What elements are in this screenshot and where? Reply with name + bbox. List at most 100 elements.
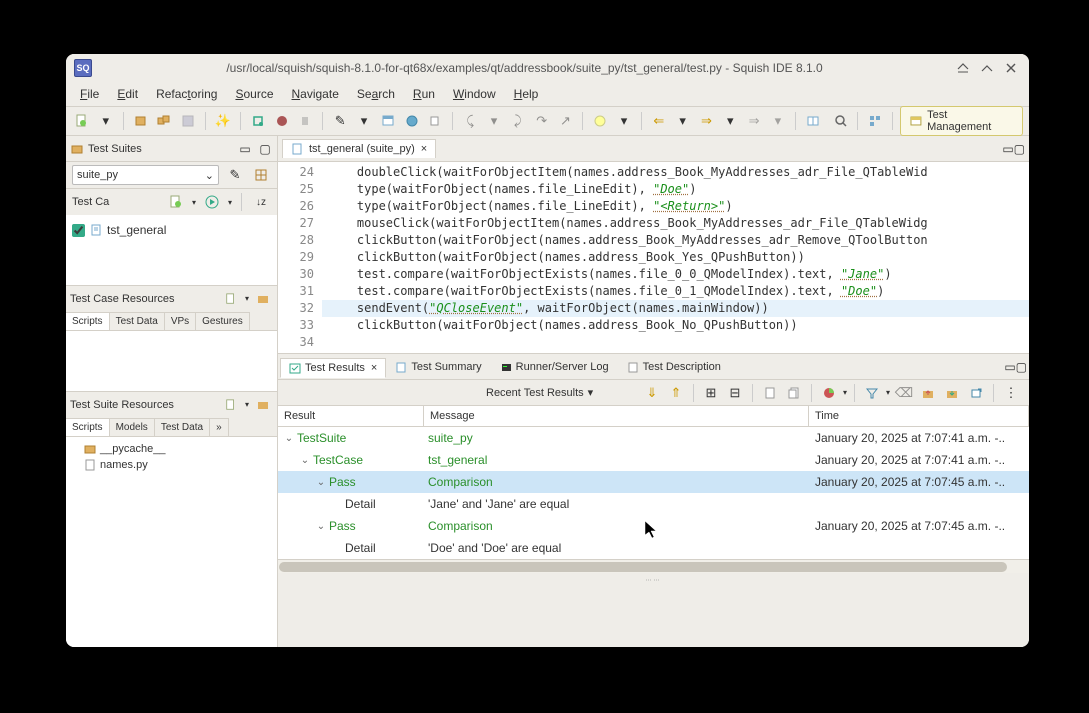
record-icon[interactable] xyxy=(272,111,292,131)
test-management-button[interactable]: Test Management xyxy=(900,106,1022,136)
column-message[interactable]: Message xyxy=(424,406,809,426)
restore-icon[interactable]: ▢ xyxy=(1014,142,1025,156)
menu-source[interactable]: Source xyxy=(227,85,281,103)
menu-navigate[interactable]: Navigate xyxy=(284,85,347,103)
clear-icon[interactable]: ⌫ xyxy=(894,383,914,403)
table-row[interactable]: Detail'Jane' and 'Jane' are equal xyxy=(278,493,1029,515)
step-icon-1[interactable]: ⤹ xyxy=(460,111,480,131)
pie-icon[interactable] xyxy=(819,383,839,403)
recent-results-dropdown[interactable]: Recent Test Results ▾ xyxy=(486,386,593,399)
tab-models[interactable]: Models xyxy=(109,418,155,436)
new-test-icon[interactable] xyxy=(166,192,186,212)
restore-icon[interactable]: ▢ xyxy=(1016,360,1027,374)
fwd2-arrow-icon[interactable]: ⇒ xyxy=(744,111,764,131)
table-row[interactable]: ⌄PassComparisonJanuary 20, 2025 at 7:07:… xyxy=(278,515,1029,537)
edit-suite-icon[interactable]: ✎ xyxy=(225,165,245,185)
fwd-dropdown[interactable]: ▾ xyxy=(720,111,740,131)
folder-icon[interactable] xyxy=(253,289,273,309)
up-arrow-icon[interactable]: ⇑ xyxy=(666,383,686,403)
menu-dots-icon[interactable]: ⋮ xyxy=(1001,383,1021,403)
tab-test-description[interactable]: Test Description xyxy=(618,357,730,377)
horizontal-scrollbar[interactable] xyxy=(278,559,1029,573)
close-button[interactable] xyxy=(1001,58,1021,78)
play-icon[interactable] xyxy=(295,111,315,131)
new-dropdown[interactable]: ▾ xyxy=(96,111,116,131)
filter-icon[interactable] xyxy=(862,383,882,403)
back-dropdown[interactable]: ▾ xyxy=(673,111,693,131)
tab-testdata[interactable]: Test Data xyxy=(109,312,165,330)
copy-icon[interactable] xyxy=(426,111,446,131)
folder-up-icon[interactable] xyxy=(918,383,938,403)
tab-testdata[interactable]: Test Data xyxy=(154,418,210,436)
search-icon[interactable] xyxy=(831,111,851,131)
table-row[interactable]: ⌄PassComparisonJanuary 20, 2025 at 7:07:… xyxy=(278,471,1029,493)
minimize-button[interactable] xyxy=(953,58,973,78)
test-item-tst-general[interactable]: tst_general xyxy=(72,221,271,239)
tab-gestures[interactable]: Gestures xyxy=(195,312,250,330)
tab-scripts[interactable]: Scripts xyxy=(66,418,110,436)
app-window-icon[interactable] xyxy=(378,111,398,131)
layout-icon[interactable] xyxy=(803,111,823,131)
tab-runner-log[interactable]: Runner/Server Log xyxy=(491,357,618,377)
expand-icon[interactable]: ⊞ xyxy=(701,383,721,403)
pause-icon[interactable] xyxy=(590,111,610,131)
list-item-pycache[interactable]: __pycache__ xyxy=(72,441,271,457)
table-row[interactable]: ⌄TestSuitesuite_pyJanuary 20, 2025 at 7:… xyxy=(278,427,1029,449)
breakpoint-icon[interactable] xyxy=(248,111,268,131)
close-tab-icon[interactable]: × xyxy=(371,362,377,374)
menu-search[interactable]: Search xyxy=(349,85,403,103)
box-icon[interactable] xyxy=(131,111,151,131)
menu-window[interactable]: Window xyxy=(445,85,504,103)
code-area[interactable]: doubleClick(waitForObjectItem(names.addr… xyxy=(322,162,1029,353)
pen-icon[interactable]: ✎ xyxy=(330,111,350,131)
code-editor[interactable]: 2425262728293031323334 doubleClick(waitF… xyxy=(278,162,1029,354)
test-checkbox[interactable] xyxy=(72,224,85,237)
tab-more[interactable]: » xyxy=(209,418,229,436)
export-icon[interactable] xyxy=(966,383,986,403)
restore-icon[interactable]: ▢ xyxy=(257,142,273,156)
sash-handle[interactable]: ⋯⋯ xyxy=(278,573,1029,587)
editor-tab-tst-general[interactable]: tst_general (suite_py) × xyxy=(282,139,436,158)
tab-test-summary[interactable]: Test Summary xyxy=(386,357,490,377)
back-arrow-icon[interactable]: ⇐ xyxy=(649,111,669,131)
doc2-icon[interactable] xyxy=(784,383,804,403)
wand-icon[interactable]: ✨ xyxy=(213,111,233,131)
minimize-icon[interactable]: ▭ xyxy=(1002,142,1013,156)
pen-dropdown[interactable]: ▾ xyxy=(354,111,374,131)
folder-down-icon[interactable] xyxy=(942,383,962,403)
fwd-arrow-icon[interactable]: ⇒ xyxy=(697,111,717,131)
grid-icon[interactable] xyxy=(251,165,271,185)
list-item-names[interactable]: names.py xyxy=(72,457,271,473)
folder-icon[interactable] xyxy=(253,395,273,415)
new-resource-icon[interactable] xyxy=(221,289,241,309)
menu-run[interactable]: Run xyxy=(405,85,443,103)
tab-test-results[interactable]: Test Results × xyxy=(280,358,386,378)
suite-dropdown[interactable]: suite_py⌄ xyxy=(72,165,219,185)
menu-file[interactable]: File xyxy=(72,85,107,103)
collapse-icon[interactable]: ⊟ xyxy=(725,383,745,403)
menu-edit[interactable]: Edit xyxy=(109,85,146,103)
run-icon[interactable] xyxy=(202,192,222,212)
column-time[interactable]: Time xyxy=(809,406,1029,426)
down-arrow-icon[interactable]: ⇓ xyxy=(642,383,662,403)
close-tab-icon[interactable]: × xyxy=(421,143,427,155)
globe-icon[interactable] xyxy=(402,111,422,131)
step-dropdown[interactable]: ▾ xyxy=(484,111,504,131)
tab-vps[interactable]: VPs xyxy=(164,312,196,330)
doc-icon[interactable] xyxy=(760,383,780,403)
sort-icon[interactable]: ↓z xyxy=(251,192,271,212)
table-row[interactable]: ⌄TestCasetst_generalJanuary 20, 2025 at … xyxy=(278,449,1029,471)
minimize-icon[interactable]: ▭ xyxy=(1004,360,1015,374)
save-icon[interactable] xyxy=(178,111,198,131)
menu-help[interactable]: Help xyxy=(506,85,547,103)
step-icon-4[interactable]: ↗ xyxy=(556,111,576,131)
components-icon[interactable] xyxy=(865,111,885,131)
column-result[interactable]: Result xyxy=(278,406,424,426)
minimize-icon[interactable]: ▭ xyxy=(237,142,253,156)
maximize-button[interactable] xyxy=(977,58,997,78)
step-icon-3[interactable]: ↷ xyxy=(532,111,552,131)
tab-scripts[interactable]: Scripts xyxy=(66,312,110,330)
new-resource-icon[interactable] xyxy=(221,395,241,415)
new-button[interactable] xyxy=(72,111,92,131)
boxes-icon[interactable] xyxy=(154,111,174,131)
